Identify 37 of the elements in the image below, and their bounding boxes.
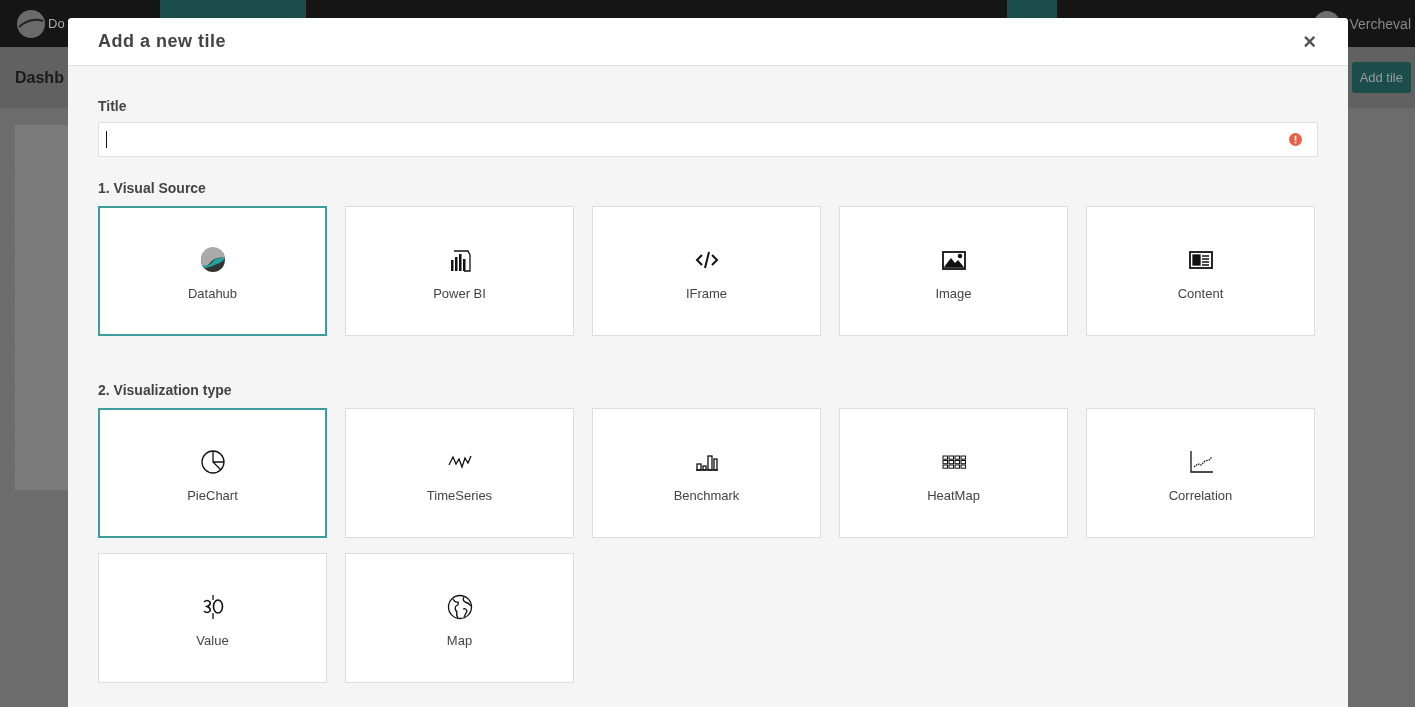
user-name[interactable]: Vercheval <box>1349 15 1411 32</box>
option-card[interactable]: Datahub <box>98 206 327 336</box>
option-card[interactable]: TimeSeries <box>345 408 574 538</box>
logo-icon <box>16 8 46 39</box>
option-card[interactable]: Benchmark <box>592 408 821 538</box>
option-label: Image <box>935 285 972 301</box>
brand-name: Do <box>48 16 65 31</box>
field-label: Title <box>98 98 127 114</box>
section-heading: 1. Visual Source <box>98 180 206 196</box>
option-card[interactable]: Correlation <box>1086 408 1315 538</box>
modal-title: Add a new tile <box>98 31 227 52</box>
section-heading: 2. Visualization type <box>98 382 232 398</box>
option-label: Benchmark <box>673 487 740 503</box>
pie-chart-icon <box>198 447 227 476</box>
close-button[interactable]: × <box>1301 30 1318 53</box>
option-card[interactable]: Value <box>98 553 327 683</box>
option-label: IFrame <box>685 285 728 301</box>
globe-icon <box>445 592 474 621</box>
option-card[interactable]: HeatMap <box>839 408 1068 538</box>
option-label: TimeSeries <box>426 487 493 503</box>
option-label: Value <box>196 632 229 648</box>
option-label: Map <box>446 632 473 648</box>
option-label: PieChart <box>187 487 238 503</box>
option-card[interactable]: Content <box>1086 206 1315 336</box>
option-card[interactable]: Map <box>345 553 574 683</box>
option-label: Content <box>1177 285 1224 301</box>
option-card[interactable]: Power BI <box>345 206 574 336</box>
option-label: Correlation <box>1168 487 1233 503</box>
title-input[interactable] <box>98 122 1318 157</box>
option-card[interactable]: Image <box>839 206 1068 336</box>
option-label: Power BI <box>433 285 486 301</box>
option-card[interactable]: PieChart <box>98 408 327 538</box>
logo-icon <box>198 245 227 274</box>
option-card[interactable]: IFrame <box>592 206 821 336</box>
page-title: Dashb <box>15 68 64 87</box>
option-label: HeatMap <box>927 487 980 503</box>
option-label: Datahub <box>187 285 238 301</box>
